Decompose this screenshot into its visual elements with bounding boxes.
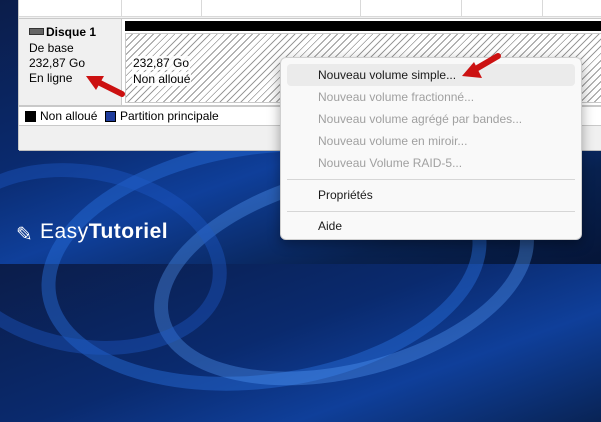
menu-item-properties[interactable]: Propriétés xyxy=(287,184,575,206)
menu-separator xyxy=(287,211,575,212)
legend-swatch-unallocated xyxy=(25,111,36,122)
menu-item-new-simple-volume[interactable]: Nouveau volume simple... xyxy=(287,64,575,86)
menu-item-label: Nouveau volume en miroir... xyxy=(318,134,468,148)
legend-swatch-primary xyxy=(105,111,116,122)
red-arrow-icon xyxy=(86,76,125,97)
menu-separator xyxy=(287,179,575,180)
legend-label-unallocated: Non alloué xyxy=(40,109,98,123)
volume-label: Non alloué xyxy=(132,72,192,86)
menu-item-new-spanned-volume: Nouveau volume fractionné... xyxy=(287,86,575,108)
menu-item-new-striped-volume: Nouveau volume agrégé par bandes... xyxy=(287,108,575,130)
list-cell xyxy=(122,0,202,16)
disk-size: 232,87 Go xyxy=(29,56,86,70)
watermark-suffix: Tutoriel xyxy=(88,220,169,243)
disk-name: Disque 1 xyxy=(46,25,97,39)
red-arrow-icon xyxy=(462,53,501,78)
list-cell xyxy=(202,0,361,16)
menu-item-new-mirrored-volume: Nouveau volume en miroir... xyxy=(287,130,575,152)
watermark-text: EasyTutoriel xyxy=(40,220,168,244)
list-cell xyxy=(361,0,462,16)
menu-item-help[interactable]: Aide xyxy=(287,215,575,237)
legend-label-primary: Partition principale xyxy=(120,109,219,123)
menu-item-label: Propriétés xyxy=(318,188,373,202)
disk-drive-icon xyxy=(29,28,44,35)
list-cell xyxy=(19,0,122,16)
volume-size: 232,87 Go xyxy=(132,56,191,70)
menu-item-label: Nouveau volume fractionné... xyxy=(318,90,475,104)
context-menu: Nouveau volume simple... Nouveau volume … xyxy=(280,57,582,240)
disk-type: De base xyxy=(29,41,74,55)
list-cell xyxy=(462,0,543,16)
menu-item-label: Aide xyxy=(318,219,343,233)
disk-status: En ligne xyxy=(29,71,73,85)
watermark-prefix: Easy xyxy=(40,220,89,243)
volume-list-strip xyxy=(19,0,601,17)
volume-header-bar xyxy=(125,21,601,31)
easytutoriel-logo-icon: ✎ xyxy=(16,224,33,246)
menu-item-new-raid5-volume: Nouveau Volume RAID-5... xyxy=(287,152,575,174)
menu-item-label: Nouveau volume simple... xyxy=(318,68,457,82)
menu-item-label: Nouveau Volume RAID-5... xyxy=(318,156,463,170)
menu-item-label: Nouveau volume agrégé par bandes... xyxy=(318,112,523,126)
